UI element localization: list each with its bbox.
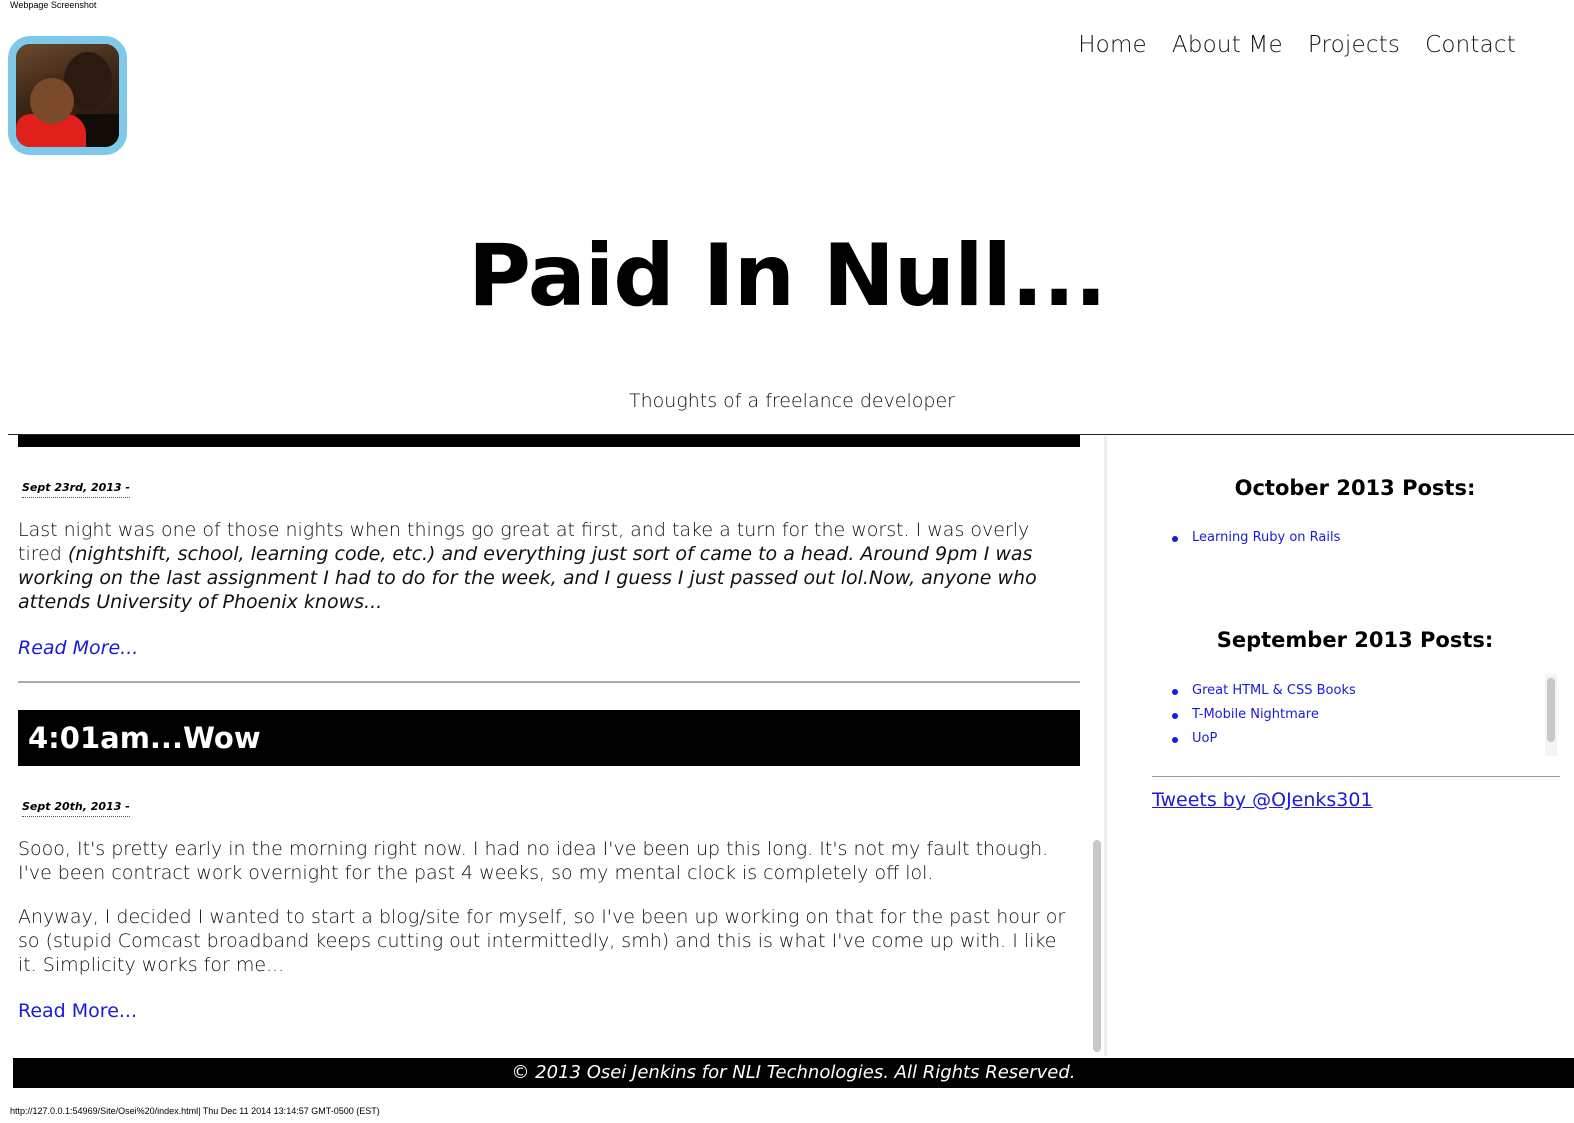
read-more-link[interactable]: Read More... [18, 1000, 137, 1022]
site-title: Paid In Null... [467, 226, 1107, 326]
print-header: Webpage Screenshot [10, 0, 97, 10]
archive-list-item: T-Mobile Nightmare [1170, 703, 1356, 727]
post-paragraph: Sooo, It's pretty early in the morning r… [18, 838, 1049, 884]
sidebar-divider [1152, 776, 1560, 777]
main-nav: Home About Me Projects Contact [1078, 32, 1516, 58]
archive-post-link[interactable]: Learning Ruby on Rails [1192, 530, 1340, 545]
sidebar-scrollbar-thumb[interactable] [1547, 678, 1555, 742]
post-title-bar-cut [18, 435, 1080, 447]
post-paragraph: Anyway, I decided I wanted to start a bl… [18, 906, 1066, 976]
site-footer: © 2013 Osei Jenkins for NLI Technologies… [13, 1058, 1574, 1088]
october-posts-heading: October 2013 Posts: [1234, 476, 1476, 500]
post-excerpt-italic: (nightshift, school, learning code, etc.… [18, 543, 1037, 613]
october-posts-list: Learning Ruby on Rails [1170, 526, 1340, 550]
archive-list-item: Great HTML & CSS Books [1170, 679, 1356, 703]
archive-post-link[interactable]: UoP [1192, 731, 1217, 746]
print-footer: http://127.0.0.1:54969/Site/Osei%20/inde… [10, 1106, 380, 1116]
nav-contact-link[interactable]: Contact [1425, 32, 1516, 58]
post-excerpt: Last night was one of those nights when … [18, 518, 1078, 614]
post-date: Sept 20th, 2013 - [22, 800, 130, 817]
site-tagline: Thoughts of a freelance developer [629, 390, 955, 412]
september-posts-list: Great HTML & CSS Books T-Mobile Nightmar… [1170, 679, 1356, 751]
read-more-link[interactable]: Read More... [18, 637, 138, 659]
archive-list-item: UoP [1170, 727, 1356, 751]
main-scrollbar-thumb[interactable] [1093, 840, 1101, 1052]
column-separator [1104, 436, 1107, 1056]
nav-home-link[interactable]: Home [1078, 32, 1147, 58]
september-posts-heading: September 2013 Posts: [1216, 628, 1494, 652]
archive-list-item: Learning Ruby on Rails [1170, 526, 1340, 550]
post-title-bar: 4:01am...Wow [18, 710, 1080, 766]
post-date: Sept 23rd, 2013 - [22, 481, 130, 498]
copyright-text: © 2013 Osei Jenkins for NLI Technologies… [511, 1062, 1076, 1083]
archive-post-link[interactable]: T-Mobile Nightmare [1192, 707, 1319, 722]
tweets-link[interactable]: Tweets by @OJenks301 [1152, 789, 1373, 811]
post-title[interactable]: 4:01am...Wow [28, 721, 261, 755]
nav-about-link[interactable]: About Me [1172, 32, 1283, 58]
archive-post-link[interactable]: Great HTML & CSS Books [1192, 683, 1356, 698]
profile-avatar[interactable] [8, 36, 127, 155]
post-divider [18, 681, 1080, 683]
avatar-photo-shape [30, 78, 74, 124]
nav-projects-link[interactable]: Projects [1308, 32, 1400, 58]
